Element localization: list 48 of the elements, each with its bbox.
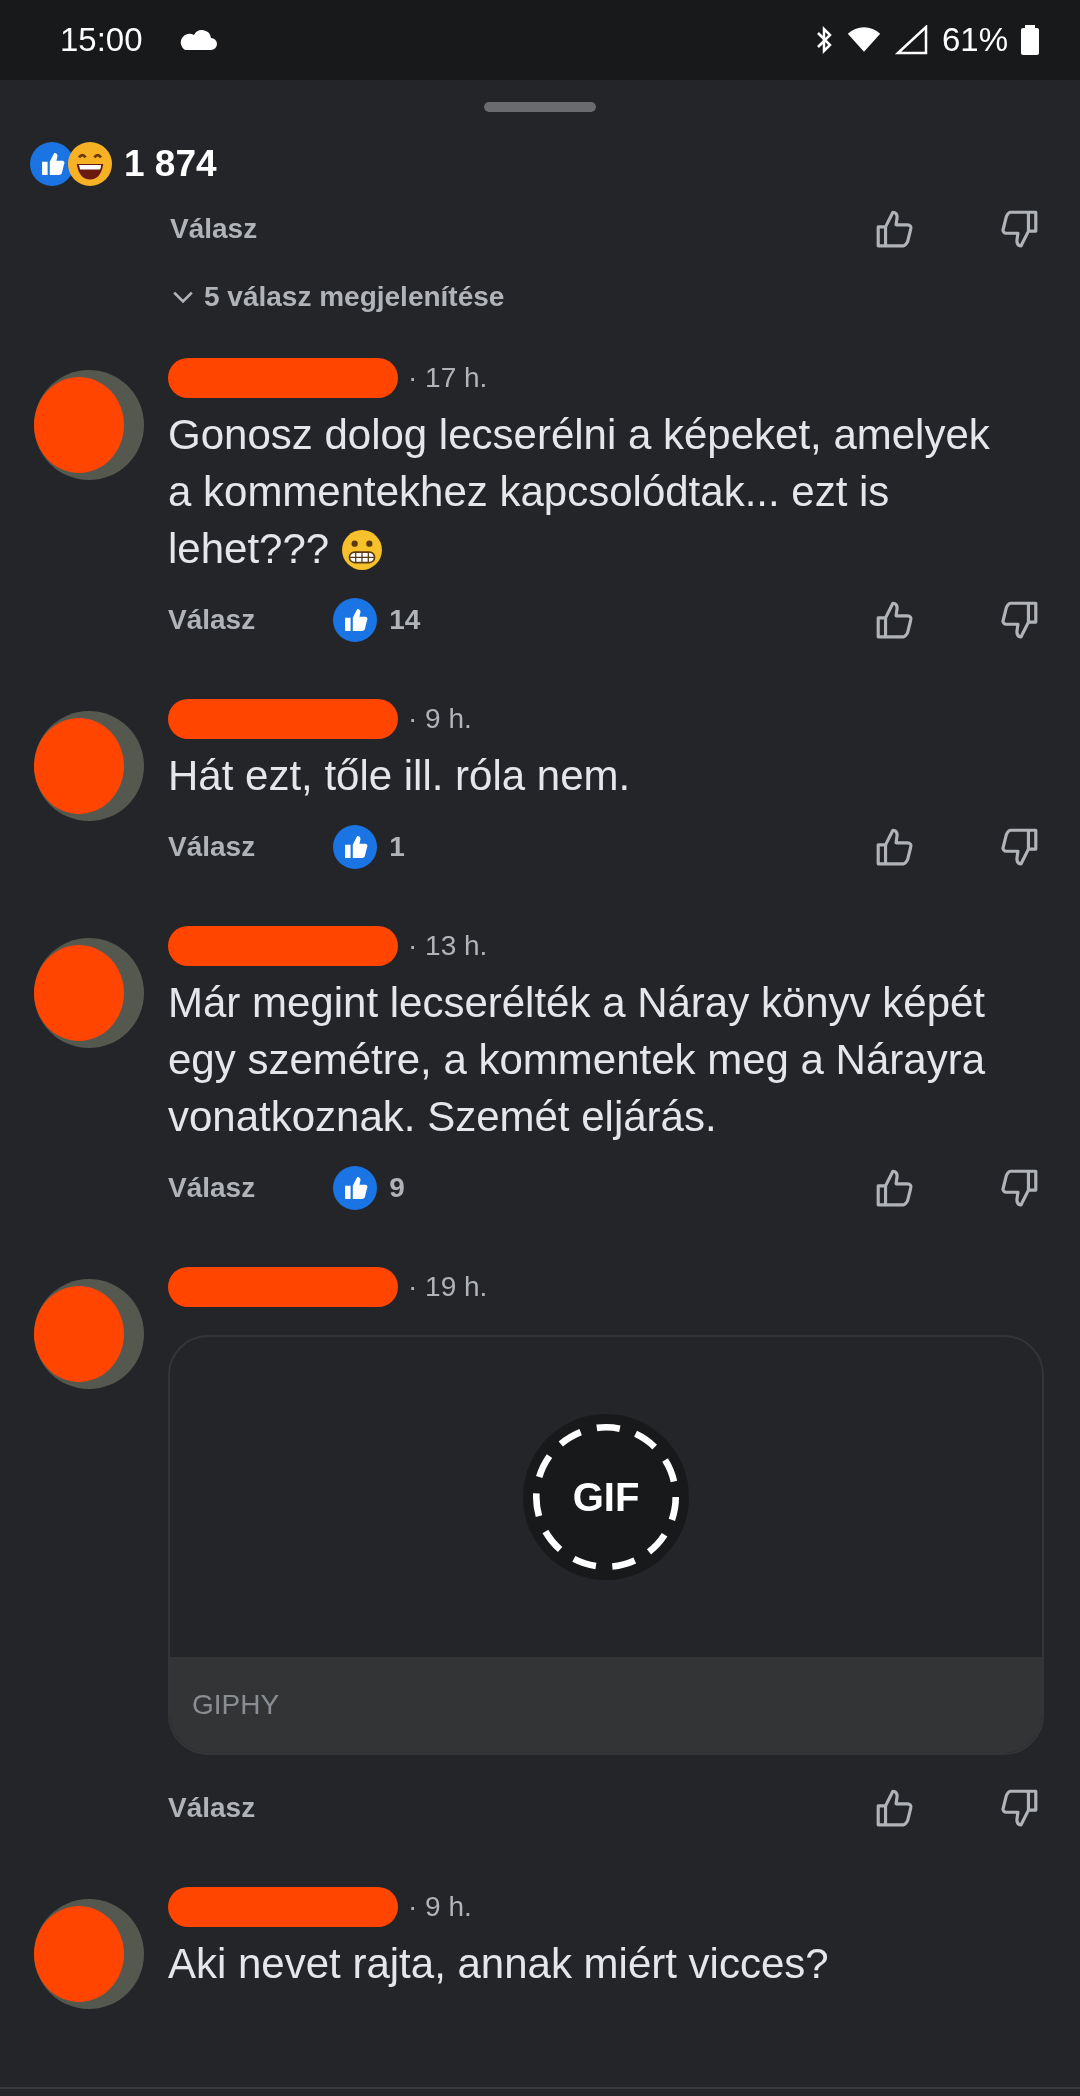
thumbs-up-icon[interactable]: [874, 208, 916, 250]
reply-button[interactable]: Válasz: [168, 604, 256, 636]
like-count: 1: [389, 831, 405, 863]
thumbs-down-icon[interactable]: [998, 599, 1040, 641]
comment-text: Már megint lecserélték a Náray könyv képét egy szemétre, a kommentek meg a Nárayra vonatkoznak. Szemét eljárás.: [168, 978, 986, 1142]
redacted-avatar[interactable]: [34, 1279, 144, 1389]
reply-button[interactable]: Válasz: [168, 831, 256, 863]
thumbs-down-icon[interactable]: [998, 826, 1040, 868]
battery-percent: 61%: [941, 21, 1008, 59]
comment-time: · 17 h.: [408, 362, 488, 394]
laughing-emoji-icon: [68, 142, 112, 186]
reply-button[interactable]: Válasz: [168, 1172, 256, 1204]
clock: 15:00: [60, 21, 143, 59]
battery-icon: [1020, 25, 1040, 55]
reaction-count: 1 874: [124, 143, 217, 185]
comment-time: · 9 h.: [408, 1891, 472, 1923]
show-replies-button[interactable]: 5 válasz megjelenítése: [172, 272, 505, 322]
like-reaction-icon: [333, 1166, 378, 1210]
thumbs-up-icon[interactable]: [874, 1167, 916, 1209]
comment-text: Hát ezt, tőle ill. róla nem.: [168, 751, 632, 801]
thumbs-down-icon[interactable]: [998, 208, 1040, 250]
drag-handle[interactable]: [484, 102, 596, 112]
like-reaction-icon: [30, 142, 74, 186]
thumbs-down-icon[interactable]: [998, 1167, 1040, 1209]
like-count: 9: [389, 1172, 405, 1204]
thumbs-up-icon[interactable]: [874, 599, 916, 641]
comment-time: · 13 h.: [408, 930, 488, 962]
reply-button[interactable]: Válasz: [170, 213, 258, 245]
comment-time: · 19 h.: [408, 1271, 488, 1303]
like-reaction-icon: [333, 825, 378, 869]
reply-button[interactable]: Válasz: [168, 1792, 256, 1824]
comment-text: Aki nevet rajta, annak miért vicces?: [168, 1939, 830, 1989]
comment-text: Gonosz dolog lecserélni a képeket, amelyek a kommentekhez kapcsolódtak... ezt is lehet???: [168, 410, 991, 574]
gif-source: GIPHY: [192, 1689, 280, 1721]
like-reaction-icon: [333, 598, 378, 642]
redacted-avatar[interactable]: [34, 938, 144, 1048]
gif-card[interactable]: GIF GIPHY: [168, 1335, 1044, 1755]
like-count: 14: [389, 604, 421, 636]
signal-icon: [893, 25, 930, 55]
redacted-avatar[interactable]: [34, 370, 144, 480]
redacted-avatar[interactable]: [34, 1899, 144, 2009]
thumbs-down-icon[interactable]: [998, 1787, 1040, 1829]
thumbs-up-icon[interactable]: [874, 826, 916, 868]
redacted-avatar[interactable]: [34, 711, 144, 821]
comment-time: · 9 h.: [408, 703, 472, 735]
gif-badge: GIF: [523, 1414, 689, 1580]
thumbs-up-icon[interactable]: [874, 1787, 916, 1829]
chevron-down-icon: [172, 290, 194, 304]
